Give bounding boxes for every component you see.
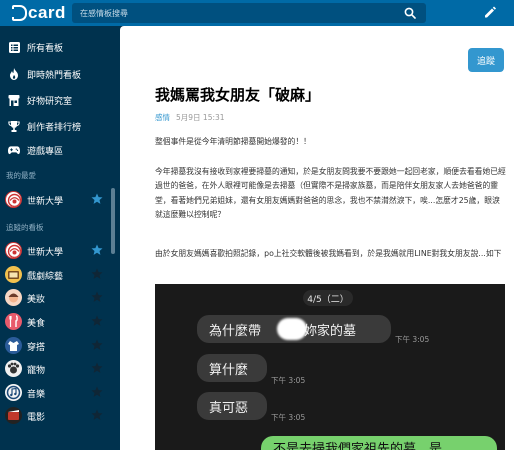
follow-button[interactable]: 追蹤 [468, 48, 504, 72]
chat-reply-bubble: 不是去掃我們家祖先的墓，是 [261, 436, 497, 450]
star-icon[interactable] [91, 268, 103, 280]
board-avatar [5, 242, 22, 259]
post-paragraph: 由於女朋友媽媽喜歡拍照記錄，po上社交軟體後被我媽看到，於是我媽就用LINE對我… [155, 249, 502, 258]
board-label: 世新大學 [27, 197, 64, 207]
favorite-board-item[interactable]: 世新大學 [0, 189, 110, 211]
following-board-item[interactable]: 美妝 [0, 287, 110, 309]
post-title: 我媽罵我女朋友「破麻」 [155, 86, 321, 104]
chat-text: 算什麼 [209, 362, 249, 378]
star-icon[interactable] [91, 409, 103, 421]
chat-bubble: 為什麼帶 掃妳家的墓 [197, 315, 391, 343]
post-date: 5月9日 15:31 [176, 113, 225, 122]
board-avatar [5, 289, 22, 306]
board-label: 寵物 [27, 366, 46, 376]
sidebar-scrollbar[interactable] [111, 188, 115, 254]
following-board-item[interactable]: 戲劇綜藝 [0, 264, 110, 286]
post-paragraph: 整個事件是從今年清明節掃墓開始爆發的！！ [155, 137, 311, 146]
star-icon[interactable] [91, 291, 103, 303]
sidebar-item-label: 好物研究室 [27, 96, 73, 107]
star-icon[interactable] [91, 339, 103, 351]
chat-text: 真可惡 [209, 400, 249, 416]
list-icon [8, 41, 20, 53]
board-avatar [5, 384, 22, 401]
following-board-item[interactable]: 電影 [0, 405, 110, 427]
board-avatar [5, 360, 22, 377]
sidebar-item-goods-lab[interactable]: 好物研究室 [0, 89, 120, 111]
star-icon[interactable] [91, 386, 103, 398]
sidebar-item-games[interactable]: 遊戲專區 [0, 139, 120, 161]
logo-text: card [28, 3, 66, 22]
sidebar-item-creator-ranking[interactable]: 創作者排行榜 [0, 115, 120, 137]
search-input[interactable] [80, 3, 390, 23]
star-icon[interactable] [91, 315, 103, 327]
store-icon [8, 94, 20, 106]
board-avatar [5, 266, 22, 283]
board-avatar [5, 337, 22, 354]
favorites-heading: 我的最愛 [6, 171, 36, 180]
star-icon[interactable] [91, 362, 103, 374]
following-board-item[interactable]: 世新大學 [0, 240, 110, 262]
sidebar: 所有看板 即時熱門看板 好物研究室 創作者排行榜 遊戲專區 我的最愛 世新大學 … [0, 26, 120, 450]
board-avatar [5, 407, 22, 424]
chat-time: 下午 3:05 [271, 376, 306, 385]
chat-screenshot: 4/5（二） 為什麼帶 掃妳家的墓 下午 3:05 算什麼 下午 3:05 真可… [155, 284, 505, 450]
board-label: 音樂 [27, 390, 46, 400]
board-label: 美妝 [27, 295, 46, 305]
sidebar-item-label: 遊戲專區 [27, 146, 64, 157]
board-avatar [5, 313, 22, 330]
trophy-icon [8, 120, 20, 132]
post-panel: 追蹤 我媽罵我女朋友「破麻」 感情 5月9日 15:31 整個事件是從今年清明節掃… [120, 26, 514, 450]
board-label: 戲劇綜藝 [27, 272, 64, 282]
dcard-logo[interactable]: card [12, 3, 66, 23]
chat-text: 為什麼帶 [209, 323, 262, 339]
fire-icon [8, 68, 20, 80]
top-bar: card [0, 0, 514, 26]
board-label: 穿搭 [27, 343, 46, 353]
chat-bubble: 真可惡 [197, 392, 267, 420]
board-label: 電影 [27, 413, 46, 423]
post-meta: 感情 5月9日 15:31 [155, 112, 225, 123]
following-board-item[interactable]: 穿搭 [0, 335, 110, 357]
pencil-icon[interactable] [482, 4, 498, 20]
sidebar-item-label: 即時熱門看板 [27, 70, 82, 81]
board-avatar [5, 191, 22, 208]
chat-date-badge: 4/5（二） [303, 290, 353, 306]
post-board-link[interactable]: 感情 [155, 113, 170, 122]
post-paragraph: 今年掃墓我沒有接收到家裡要掃墓的通知，於是女朋友問我要不要跟她一起回老家，順便去… [155, 167, 506, 219]
following-board-item[interactable]: 美食 [0, 311, 110, 333]
chat-time: 下午 3:05 [395, 335, 430, 344]
chat-bubble: 算什麼 [197, 354, 267, 382]
gamepad-icon [8, 144, 20, 156]
search-icon[interactable] [404, 7, 416, 19]
following-heading: 追蹤的看板 [6, 223, 44, 232]
following-board-item[interactable]: 寵物 [0, 358, 110, 380]
sidebar-item-hot-boards[interactable]: 即時熱門看板 [0, 63, 120, 85]
sidebar-item-label: 創作者排行榜 [27, 122, 82, 133]
sidebar-item-label: 所有看板 [27, 43, 64, 54]
redaction-blur [277, 318, 307, 340]
search-box[interactable] [72, 3, 426, 23]
following-board-item[interactable]: 音樂 [0, 382, 110, 404]
star-icon[interactable] [91, 244, 103, 256]
star-icon[interactable] [91, 193, 103, 205]
board-label: 美食 [27, 319, 46, 329]
sidebar-item-all-boards[interactable]: 所有看板 [0, 36, 120, 58]
chat-time: 下午 3:05 [271, 413, 306, 422]
logo-d-mark [12, 5, 27, 21]
board-label: 世新大學 [27, 248, 64, 258]
